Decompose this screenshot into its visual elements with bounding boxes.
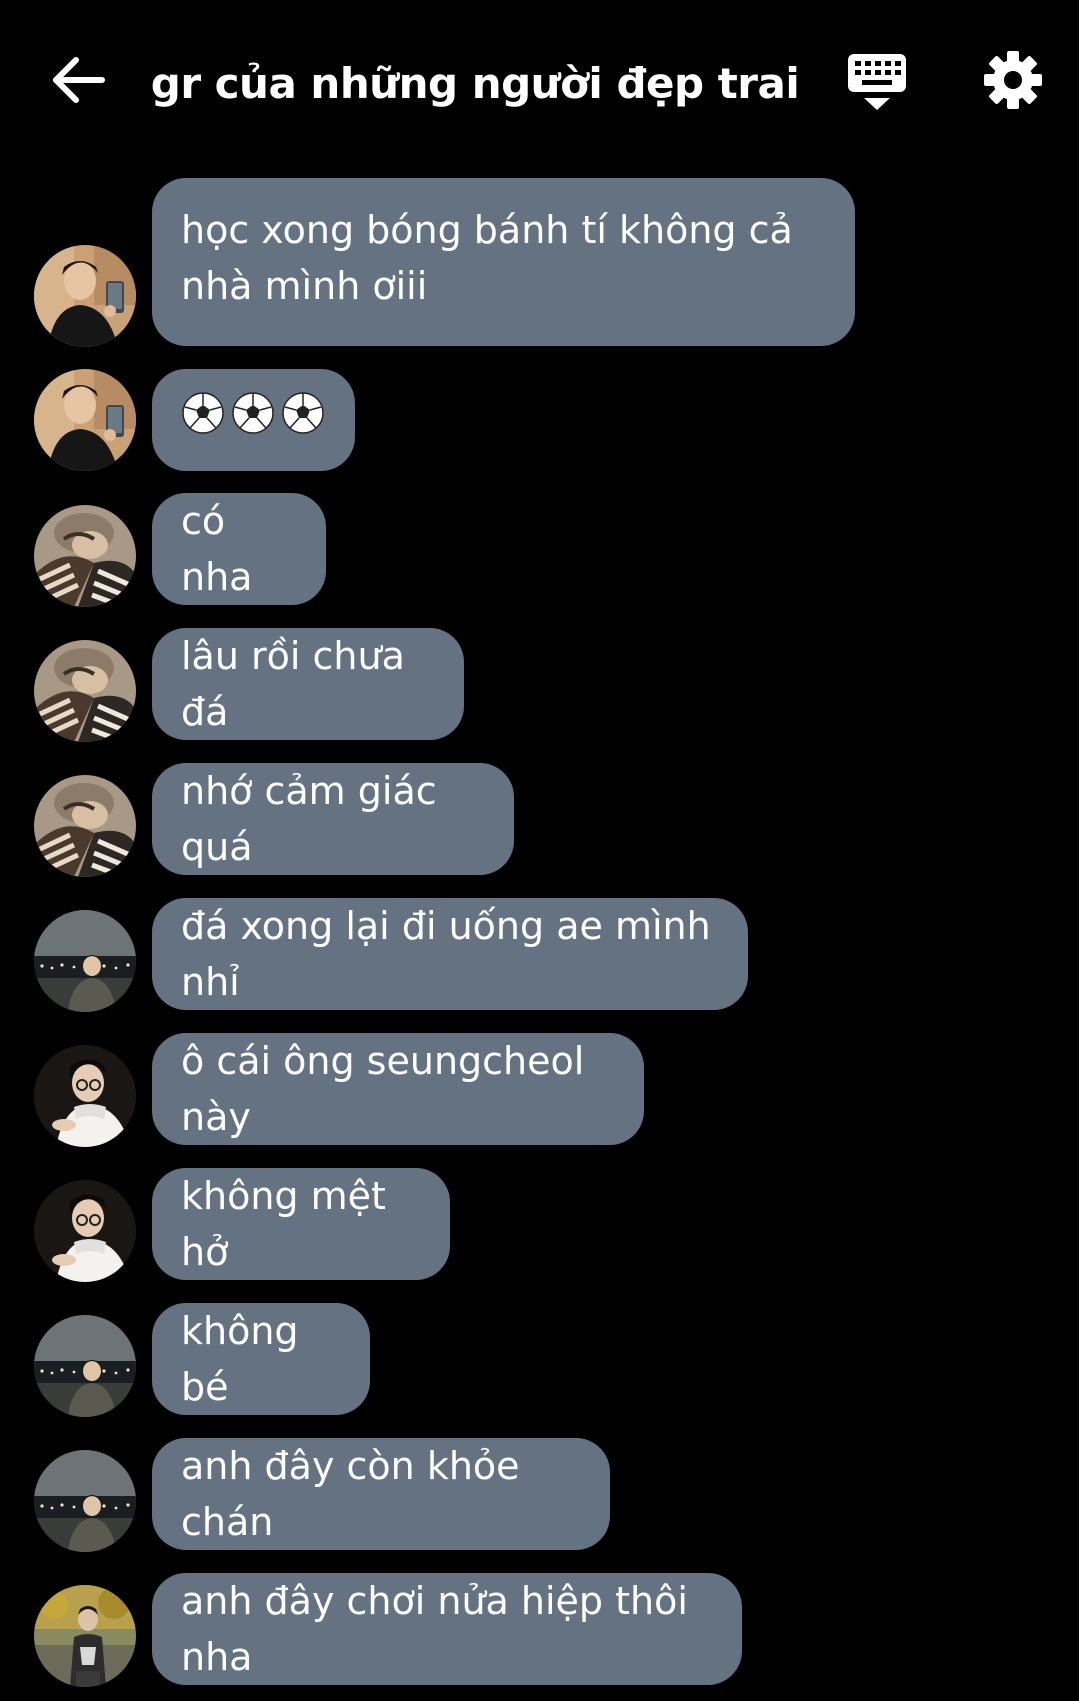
message-bubble[interactable]: có nha (152, 493, 326, 605)
avatar[interactable] (34, 369, 136, 471)
avatar-photo (34, 369, 136, 471)
avatar[interactable] (34, 1045, 136, 1147)
avatar[interactable] (34, 245, 136, 347)
message-text: anh đây chơi nửa hiệp thôi nha (181, 1579, 688, 1679)
chat-title: gr của những người đẹp trai (150, 59, 800, 108)
avatar[interactable] (34, 775, 136, 877)
avatar[interactable] (34, 1315, 136, 1417)
avatar-photo (34, 505, 136, 607)
back-button[interactable] (50, 52, 110, 108)
avatar-photo (34, 1045, 136, 1147)
avatar-photo (34, 1585, 136, 1687)
avatar[interactable] (34, 640, 136, 742)
settings-button[interactable] (983, 50, 1043, 110)
avatar-photo (34, 245, 136, 347)
message-bubble[interactable]: nhớ cảm giác quá (152, 763, 514, 875)
avatar[interactable] (34, 505, 136, 607)
message-bubble[interactable]: anh đây còn khỏe chán (152, 1438, 610, 1550)
message-text: nhớ cảm giác quá (181, 769, 437, 869)
message-bubble[interactable]: ô cái ông seungcheol này (152, 1033, 644, 1145)
avatar-photo (34, 640, 136, 742)
avatar[interactable] (34, 1585, 136, 1687)
hide-keyboard-button[interactable] (846, 52, 908, 112)
chat-header: gr của những người đẹp trai (0, 0, 1079, 160)
avatar[interactable] (34, 1450, 136, 1552)
avatar-photo (34, 910, 136, 1012)
gear-icon (984, 51, 1042, 109)
message-bubble[interactable]: đá xong lại đi uống ae mình nhỉ (152, 898, 748, 1010)
avatar[interactable] (34, 1180, 136, 1282)
message-bubble[interactable]: lâu rồi chưa đá (152, 628, 464, 740)
message-bubble[interactable]: không mệt hở (152, 1168, 450, 1280)
message-text: không mệt hở (181, 1174, 386, 1274)
avatar[interactable] (34, 910, 136, 1012)
message-bubble[interactable]: ⚽⚽⚽ (152, 369, 355, 471)
message-bubble[interactable]: anh đây chơi nửa hiệp thôi nha (152, 1573, 742, 1685)
message-text: anh đây còn khỏe chán (181, 1444, 520, 1544)
message-bubble[interactable]: học xong bóng bánh tí không cả nhà mình … (152, 178, 855, 346)
message-text: học xong bóng bánh tí không cả nhà mình … (181, 208, 793, 308)
message-text: ô cái ông seungcheol này (181, 1039, 585, 1139)
message-text: có nha (181, 499, 253, 599)
avatar-photo (34, 1180, 136, 1282)
avatar-photo (34, 775, 136, 877)
message-text: đá xong lại đi uống ae mình nhỉ (181, 904, 711, 1004)
message-text: lâu rồi chưa đá (181, 634, 405, 734)
message-text: không bé (181, 1309, 299, 1409)
arrow-left-icon (53, 57, 105, 103)
soccer-ball-icon (181, 390, 331, 451)
avatar-photo (34, 1450, 136, 1552)
keyboard-hide-icon (848, 54, 906, 110)
message-bubble[interactable]: không bé (152, 1303, 370, 1415)
soccer-balls-emoji (182, 391, 324, 434)
avatar-photo (34, 1315, 136, 1417)
